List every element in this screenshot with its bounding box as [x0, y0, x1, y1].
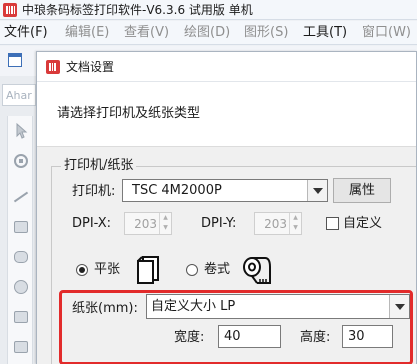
width-value: 40 — [224, 329, 241, 344]
chevron-down-icon[interactable] — [389, 295, 409, 318]
menu-tools[interactable]: 工具(T) — [303, 25, 347, 41]
height-label: 高度: — [300, 330, 331, 345]
shape-tool-icon[interactable] — [12, 338, 30, 356]
height-value: 30 — [348, 329, 365, 344]
dpi-y-spinner[interactable]: 203 ▲ ▼ — [254, 212, 302, 235]
dpi-x-label: DPI-X: — [72, 216, 112, 231]
instruction-text: 请选择打印机及纸张类型 — [57, 106, 201, 121]
menu-edit[interactable]: 编辑(E) — [65, 25, 109, 41]
dpi-y-label: DPI-Y: — [201, 216, 237, 231]
paper-type-roll-label: 卷式 — [204, 262, 231, 277]
dpi-x-value: 203 — [134, 217, 157, 231]
printer-select[interactable]: TSC 4M2000P — [122, 179, 328, 202]
chevron-down-icon[interactable] — [307, 180, 327, 201]
properties-button[interactable]: 属性 — [333, 178, 391, 203]
left-search-input[interactable]: Ahar — [2, 84, 36, 106]
roll-paper-icon — [243, 257, 271, 284]
paper-size-select[interactable]: 自定义大小 LP — [146, 294, 410, 319]
paper-type-roll-radio[interactable] — [186, 264, 198, 276]
menu-file[interactable]: 文件(F) — [4, 25, 48, 41]
group-title: 打印机/纸张 — [61, 158, 137, 174]
dialog-titlebar[interactable]: 文档设置 — [37, 52, 416, 82]
paper-type-sheet-radio[interactable] — [76, 264, 88, 276]
spinner-arrows-icon[interactable]: ▲ ▼ — [289, 213, 301, 234]
dpi-y-value: 203 — [264, 217, 287, 231]
height-input[interactable]: 30 — [342, 325, 393, 348]
app-titlebar: 中琅条码标签打印软件-V6.3.6 试用版 单机 — [0, 0, 417, 20]
line-tool-icon[interactable] — [12, 188, 30, 206]
app-title: 中琅条码标签打印软件-V6.3.6 试用版 单机 — [22, 3, 253, 17]
new-document-icon[interactable] — [8, 53, 22, 67]
rectangle-tool-icon[interactable] — [12, 218, 30, 236]
dialog-title: 文档设置 — [66, 60, 115, 74]
menu-draw[interactable]: 绘图(D) — [184, 25, 230, 41]
menu-window[interactable]: 窗口(W) — [362, 25, 411, 41]
custom-dpi-label: 自定义 — [343, 216, 383, 231]
printer-select-value: TSC 4M2000P — [132, 183, 222, 198]
dialog-app-icon — [46, 60, 60, 74]
width-label: 宽度: — [174, 330, 205, 345]
paper-type-sheet-label: 平张 — [94, 262, 121, 277]
drawing-tools-panel — [7, 116, 33, 364]
rounded-rectangle-tool-icon[interactable] — [12, 248, 30, 266]
rotate-tool-icon[interactable] — [12, 152, 30, 170]
menu-shape[interactable]: 图形(S) — [244, 25, 288, 41]
image-tool-icon[interactable] — [12, 308, 30, 326]
select-tool-icon[interactable] — [12, 122, 30, 140]
dialog-header: 请选择打印机及纸张类型 — [37, 83, 416, 147]
menu-bar: 文件(F) 编辑(E) 查看(V) 绘图(D) 图形(S) 工具(T) 窗口(W… — [0, 21, 417, 45]
custom-dpi-checkbox[interactable] — [326, 217, 339, 230]
app-logo-icon — [3, 3, 17, 17]
sheet-paper-icon — [137, 256, 159, 284]
dpi-x-spinner[interactable]: 203 ▲ ▼ — [124, 212, 172, 235]
paper-size-label: 纸张(mm): — [72, 301, 138, 316]
ellipse-tool-icon[interactable] — [12, 278, 30, 296]
menu-view[interactable]: 查看(V) — [124, 25, 169, 41]
paper-size-value: 自定义大小 LP — [151, 299, 236, 314]
spinner-arrows-icon[interactable]: ▲ ▼ — [159, 213, 171, 234]
width-input[interactable]: 40 — [218, 325, 281, 348]
printer-label: 打印机: — [72, 184, 116, 199]
